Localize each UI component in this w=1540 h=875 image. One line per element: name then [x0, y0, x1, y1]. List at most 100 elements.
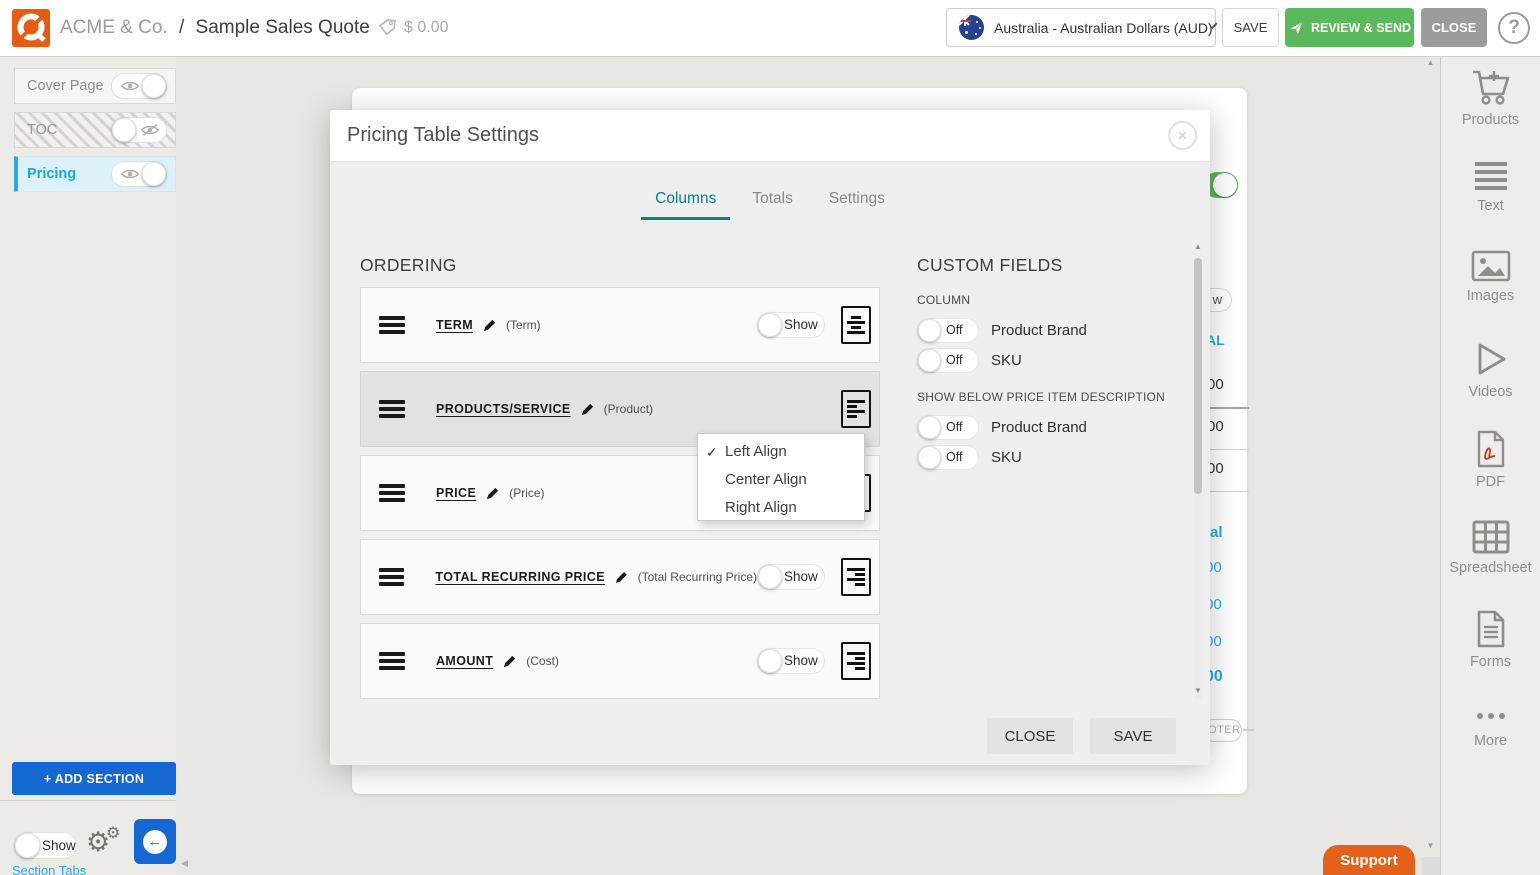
off-toggle[interactable]: Off: [917, 318, 979, 343]
ordering-row-term: TERM (Term) Show: [360, 287, 880, 363]
scrollbar-corner: [1422, 857, 1440, 875]
review-send-label: REVIEW & SEND: [1311, 21, 1411, 35]
column-label: TERM: [436, 318, 473, 332]
company-name: ACME & Co.: [60, 17, 168, 38]
align-button[interactable]: [841, 390, 871, 428]
section-tabs-label[interactable]: Section Tabs: [12, 863, 86, 875]
custom-field-row: Off Product Brand: [917, 318, 1187, 343]
toggle-knob: [918, 416, 941, 439]
form-document-icon: [1475, 610, 1507, 648]
toggle-label: Show: [784, 649, 818, 673]
off-toggle[interactable]: Off: [917, 445, 979, 470]
align-button[interactable]: [841, 558, 871, 596]
modal-tabs: Columns Totals Settings: [330, 184, 1210, 220]
toggle-knob: [142, 74, 166, 98]
align-button[interactable]: [841, 642, 871, 680]
toolbar-item-products[interactable]: Products: [1441, 68, 1540, 128]
edit-pencil-icon[interactable]: [485, 486, 500, 501]
review-send-button[interactable]: REVIEW & SEND: [1285, 8, 1414, 47]
currency-label: Australia - Australian Dollars (AUD): [994, 20, 1213, 36]
custom-fields-group-heading: SHOW BELOW PRICE ITEM DESCRIPTION: [917, 390, 1187, 404]
toolbar-item-spreadsheet[interactable]: Spreadsheet: [1441, 520, 1540, 576]
drag-handle-icon[interactable]: [379, 568, 404, 586]
modal-scrollbar-thumb[interactable]: [1194, 258, 1202, 494]
custom-field-row: Off SKU: [917, 445, 1187, 470]
visibility-toggle[interactable]: [111, 73, 167, 99]
add-section-button[interactable]: + ADD SECTION: [12, 762, 176, 795]
menu-item-left-align[interactable]: ✓ Left Align: [698, 438, 864, 466]
modal-scroll-up-arrow-icon[interactable]: ▲: [1191, 242, 1205, 251]
toggle-knob: [758, 649, 782, 673]
app-logo[interactable]: [12, 9, 50, 47]
custom-field-label: SKU: [991, 352, 1022, 369]
edit-pencil-icon[interactable]: [580, 402, 595, 417]
currency-selector[interactable]: Australia - Australian Dollars (AUD): [946, 8, 1216, 47]
toggle-state: Off: [946, 446, 962, 469]
toggle-label: Show: [42, 833, 76, 858]
modal-save-button[interactable]: SAVE: [1090, 718, 1176, 754]
align-dropdown-menu: ✓ Left Align Center Align Right Align: [697, 433, 865, 521]
elements-toolbar: Products Text Images Videos: [1441, 57, 1540, 875]
edit-pencil-icon[interactable]: [502, 654, 517, 669]
show-toggle[interactable]: Show: [757, 312, 825, 338]
sidebar-item-pricing[interactable]: Pricing: [14, 156, 176, 192]
check-icon: ✓: [706, 438, 718, 466]
toolbar-label: PDF: [1441, 474, 1540, 490]
modal-title: Pricing Table Settings: [347, 110, 539, 161]
tab-columns[interactable]: Columns: [641, 184, 730, 220]
off-toggle[interactable]: Off: [917, 415, 979, 440]
toolbar-item-forms[interactable]: Forms: [1441, 610, 1540, 670]
toggle-knob: [918, 319, 941, 342]
align-right-icon: [847, 652, 865, 670]
toolbar-item-images[interactable]: Images: [1441, 250, 1540, 304]
off-toggle[interactable]: Off: [917, 348, 979, 373]
help-icon[interactable]: ?: [1498, 12, 1530, 44]
sidebar-item-toc[interactable]: TOC: [14, 112, 176, 148]
toolbar-item-videos[interactable]: Videos: [1441, 340, 1540, 400]
settings-gears-icon[interactable]: ⚙⚙: [86, 825, 126, 861]
support-button[interactable]: Support: [1323, 845, 1415, 875]
toolbar-label: Spreadsheet: [1441, 560, 1540, 576]
scroll-up-arrow-icon[interactable]: ▲: [1421, 58, 1440, 67]
toolbar-item-more[interactable]: More: [1441, 705, 1540, 749]
toolbar-item-text[interactable]: Text: [1441, 160, 1540, 214]
drag-handle-icon[interactable]: [379, 400, 405, 418]
visibility-toggle[interactable]: [111, 117, 167, 143]
collapse-sidebar-button[interactable]: ←: [134, 819, 176, 864]
save-button[interactable]: SAVE: [1222, 8, 1279, 47]
sidebar-item-cover-page[interactable]: Cover Page: [14, 68, 176, 104]
divider: [1205, 491, 1249, 492]
text-lines-icon: [1473, 160, 1509, 192]
tab-totals[interactable]: Totals: [738, 184, 807, 220]
drag-handle-icon[interactable]: [379, 484, 405, 502]
menu-item-center-align[interactable]: Center Align: [698, 466, 864, 494]
toggle-knob: [142, 162, 166, 186]
custom-field-label: Product Brand: [991, 419, 1087, 436]
cart-icon: [1469, 68, 1513, 106]
scroll-left-arrow-icon[interactable]: ◀: [181, 858, 188, 869]
modal-close-icon[interactable]: ×: [1168, 121, 1197, 150]
section-label: Cover Page: [27, 78, 104, 94]
section-tabs-show-toggle[interactable]: Show: [14, 832, 77, 859]
edit-pencil-icon[interactable]: [614, 570, 629, 585]
show-toggle[interactable]: Show: [757, 564, 825, 590]
top-bar: ACME & Co. / Sample Sales Quote $ 0.00 A…: [0, 0, 1540, 57]
tab-settings[interactable]: Settings: [815, 184, 899, 220]
document-title[interactable]: Sample Sales Quote: [196, 17, 370, 38]
menu-item-right-align[interactable]: Right Align: [698, 494, 864, 522]
align-button[interactable]: [841, 306, 871, 344]
modal-close-button[interactable]: CLOSE: [987, 718, 1073, 754]
modal-scroll-down-arrow-icon[interactable]: ▼: [1191, 686, 1205, 695]
scroll-down-arrow-icon[interactable]: ▼: [1421, 841, 1440, 850]
modal-header: Pricing Table Settings ×: [330, 110, 1210, 161]
drag-handle-icon[interactable]: [379, 652, 405, 670]
toggle-knob: [918, 349, 941, 372]
edit-pencil-icon[interactable]: [482, 318, 497, 333]
toolbar-label: More: [1441, 733, 1540, 749]
drag-handle-icon[interactable]: [379, 316, 405, 334]
close-quote-button[interactable]: CLOSE: [1421, 8, 1487, 47]
show-toggle[interactable]: Show: [757, 648, 825, 674]
custom-field-label: SKU: [991, 449, 1022, 466]
toolbar-item-pdf[interactable]: PDF: [1441, 430, 1540, 490]
visibility-toggle[interactable]: [111, 161, 167, 187]
